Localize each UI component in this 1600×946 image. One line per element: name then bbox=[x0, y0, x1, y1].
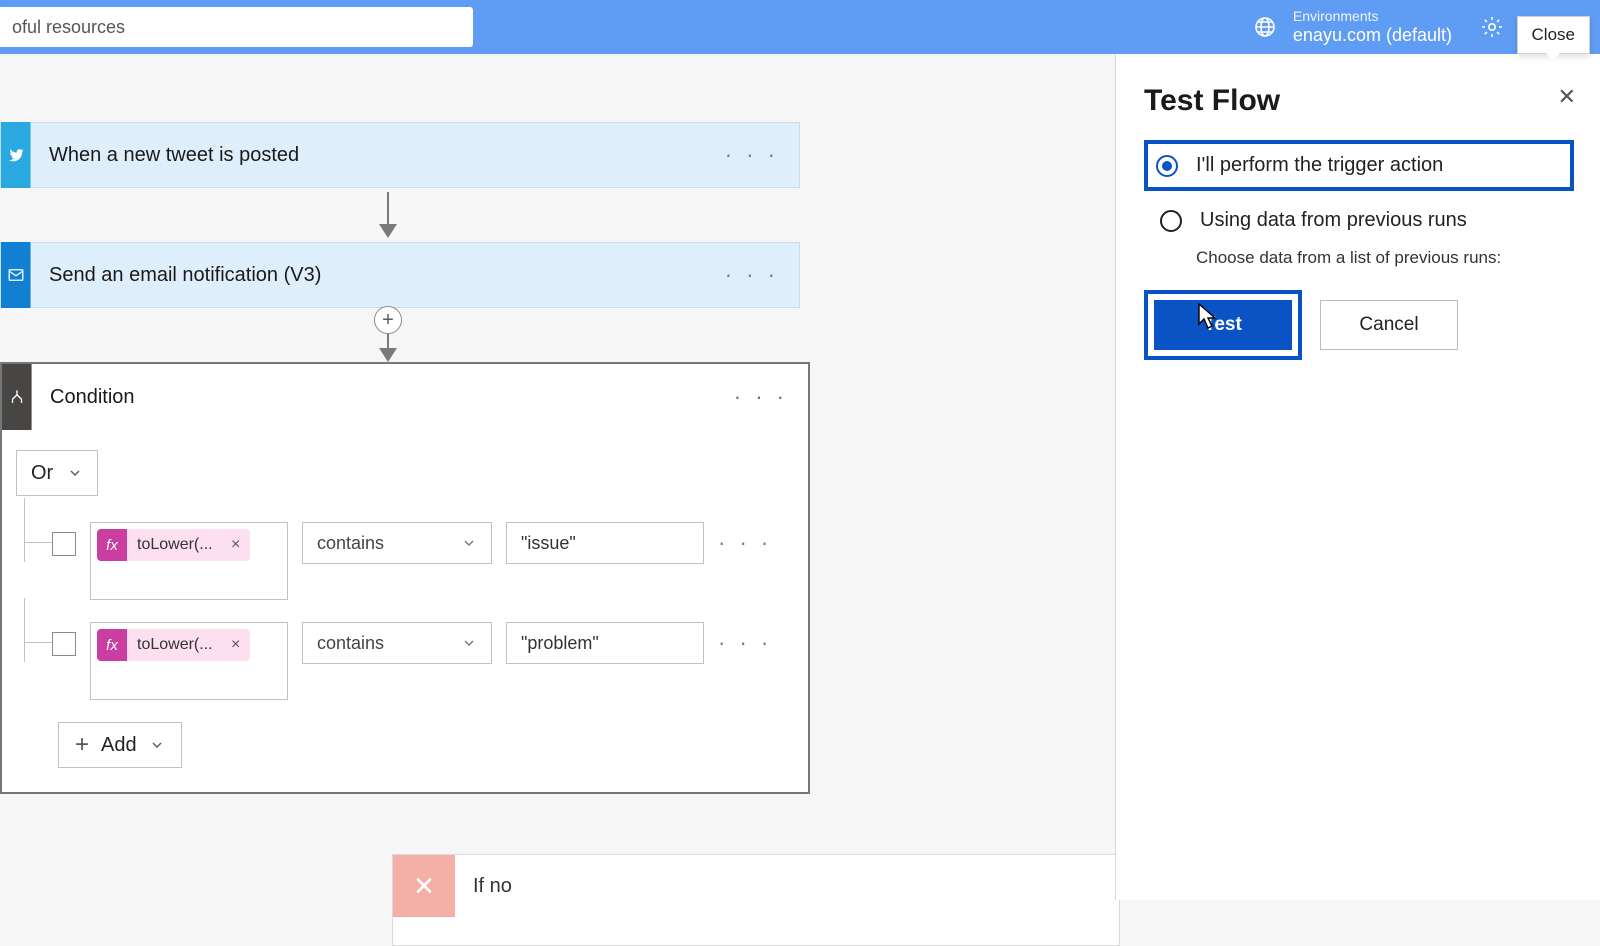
test-button[interactable]: Test bbox=[1154, 300, 1292, 350]
token-text: toLower(... bbox=[127, 636, 221, 654]
remove-token[interactable]: × bbox=[221, 536, 250, 554]
rule-checkbox[interactable] bbox=[52, 532, 76, 556]
operator-label: contains bbox=[317, 633, 384, 654]
branch-icon bbox=[2, 364, 32, 430]
rule-menu[interactable]: · · · bbox=[718, 530, 772, 556]
cancel-button[interactable]: Cancel bbox=[1320, 300, 1458, 350]
condition-rule: fx toLower(... × contains · · · bbox=[16, 522, 794, 600]
remove-token[interactable]: × bbox=[221, 636, 250, 654]
close-panel-button[interactable]: ✕ bbox=[1558, 84, 1576, 110]
rule-operator-select[interactable]: contains bbox=[302, 522, 492, 564]
action-title: Send an email notification (V3) bbox=[49, 264, 321, 287]
environment-text: Environments enayu.com (default) bbox=[1293, 8, 1452, 46]
rule-left-operand[interactable]: fx toLower(... × bbox=[90, 522, 288, 600]
option-perform-trigger[interactable]: I'll perform the trigger action bbox=[1144, 140, 1574, 191]
environment-label: Environments bbox=[1293, 8, 1452, 25]
trigger-title: When a new tweet is posted bbox=[49, 144, 299, 167]
panel-button-row: Test Cancel bbox=[1144, 290, 1574, 360]
search-input[interactable]: oful resources bbox=[0, 7, 473, 47]
add-rule-button[interactable]: + Add bbox=[58, 722, 182, 768]
add-step-button[interactable]: + bbox=[374, 306, 402, 334]
expression-token[interactable]: fx toLower(... × bbox=[97, 629, 250, 661]
rule-value-input[interactable] bbox=[506, 622, 704, 664]
rule-operator-select[interactable]: contains bbox=[302, 622, 492, 664]
operator-label: contains bbox=[317, 533, 384, 554]
test-button-highlight: Test bbox=[1144, 290, 1302, 360]
branch-label: If no bbox=[455, 875, 512, 898]
environment-value: enayu.com (default) bbox=[1293, 25, 1452, 47]
trigger-step[interactable]: When a new tweet is posted · · · bbox=[0, 122, 800, 188]
gear-icon[interactable] bbox=[1480, 15, 1504, 39]
condition-body: Or fx toLower(... × contains bbox=[2, 430, 808, 792]
condition-step[interactable]: Condition · · · Or fx toLower(... × bbox=[0, 362, 810, 794]
rule-menu[interactable]: · · · bbox=[718, 630, 772, 656]
close-icon: ✕ bbox=[393, 855, 455, 917]
chevron-down-icon bbox=[461, 535, 477, 551]
fx-icon: fx bbox=[97, 629, 127, 661]
mail-icon bbox=[1, 242, 31, 308]
option-label: Using data from previous runs bbox=[1200, 209, 1467, 232]
option-subtext: Choose data from a list of previous runs… bbox=[1196, 248, 1574, 268]
close-tooltip: Close bbox=[1517, 16, 1590, 54]
connector-arrow-plus: + bbox=[0, 308, 800, 362]
twitter-icon bbox=[1, 122, 31, 188]
rule-left-operand[interactable]: fx toLower(... × bbox=[90, 622, 288, 700]
radio-icon bbox=[1160, 210, 1182, 232]
condition-title: Condition bbox=[50, 386, 135, 409]
add-label: Add bbox=[101, 734, 137, 757]
search-text: oful resources bbox=[12, 17, 125, 38]
group-operator-label: Or bbox=[31, 462, 53, 485]
chevron-down-icon bbox=[461, 635, 477, 651]
group-operator-select[interactable]: Or bbox=[16, 450, 98, 496]
radio-icon bbox=[1156, 155, 1178, 177]
test-flow-panel: ✕ Test Flow I'll perform the trigger act… bbox=[1115, 54, 1600, 900]
if-no-branch[interactable]: ✕ If no bbox=[392, 854, 1120, 946]
condition-rule: fx toLower(... × contains · · · bbox=[16, 622, 794, 700]
step-menu[interactable]: · · · bbox=[725, 262, 779, 288]
token-text: toLower(... bbox=[127, 536, 221, 554]
rule-checkbox[interactable] bbox=[52, 632, 76, 656]
globe-icon bbox=[1253, 15, 1277, 39]
rule-value-input[interactable] bbox=[506, 522, 704, 564]
action-step-email[interactable]: Send an email notification (V3) · · · bbox=[0, 242, 800, 308]
top-bar: oful resources Environments enayu.com (d… bbox=[0, 0, 1600, 54]
fx-icon: fx bbox=[97, 529, 127, 561]
option-previous-runs[interactable]: Using data from previous runs bbox=[1144, 195, 1574, 246]
step-menu[interactable]: · · · bbox=[734, 384, 788, 410]
expression-token[interactable]: fx toLower(... × bbox=[97, 529, 250, 561]
option-label: I'll perform the trigger action bbox=[1196, 154, 1443, 177]
chevron-down-icon bbox=[149, 737, 165, 753]
chevron-down-icon bbox=[67, 465, 83, 481]
plus-icon: + bbox=[75, 731, 89, 759]
connector-arrow bbox=[0, 188, 800, 242]
panel-title: Test Flow bbox=[1144, 84, 1574, 118]
step-menu[interactable]: · · · bbox=[725, 142, 779, 168]
environment-picker[interactable]: Environments enayu.com (default) bbox=[1253, 8, 1452, 46]
